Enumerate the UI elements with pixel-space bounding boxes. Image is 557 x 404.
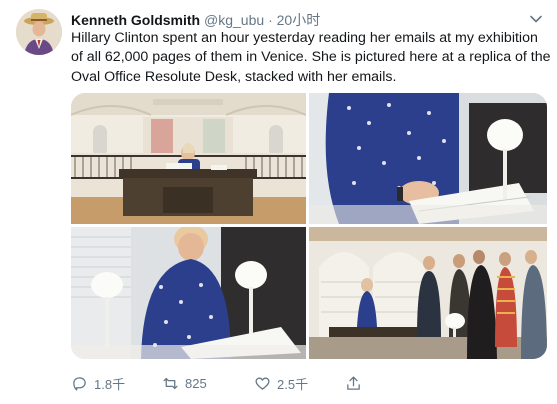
photo-exhibition-hall[interactable]: [71, 93, 306, 224]
tweet-text-line: Hillary Clinton spent an hour yesterday …: [71, 30, 538, 46]
tweet-actions: 1.8千 825 2.5千: [71, 372, 471, 394]
chevron-down-icon[interactable]: [529, 12, 543, 26]
media-grid: [71, 93, 547, 359]
separator-dot: ·: [268, 12, 273, 28]
retweet-count: 825: [185, 375, 207, 391]
author-handle[interactable]: @kg_ubu: [204, 12, 264, 28]
tweet-timestamp[interactable]: 20小时: [277, 12, 321, 28]
photo-gallery-group[interactable]: [309, 227, 547, 359]
share-icon: [347, 375, 360, 390]
avatar[interactable]: [16, 9, 62, 55]
photo-standing-reading[interactable]: [71, 227, 306, 359]
retweet-button[interactable]: 825: [162, 372, 207, 394]
avatar-image: [16, 9, 62, 55]
reply-count: 1.8千: [94, 376, 126, 392]
reply-icon: [73, 376, 86, 391]
tweet[interactable]: Kenneth Goldsmith @kg_ubu · 20小时 Hillary…: [0, 0, 557, 404]
share-button[interactable]: [345, 372, 362, 394]
tweet-text: Hillary Clinton spent an hour yesterday …: [71, 29, 551, 87]
like-count: 2.5千: [277, 376, 309, 392]
heart-icon: [255, 377, 270, 390]
like-button[interactable]: 2.5千: [254, 372, 308, 394]
tweet-header: Kenneth Goldsmith @kg_ubu · 20小时: [71, 11, 320, 29]
retweet-icon: [163, 377, 178, 389]
author-name[interactable]: Kenneth Goldsmith: [71, 12, 200, 28]
photo-reading-closeup[interactable]: [309, 93, 547, 224]
reply-button[interactable]: 1.8千: [71, 372, 125, 394]
tweet-text-line: of all 62,000 pages of them in Venice. S…: [71, 49, 551, 66]
tweet-text-line: Oval Office Resolute Desk, stacked with …: [71, 68, 397, 85]
